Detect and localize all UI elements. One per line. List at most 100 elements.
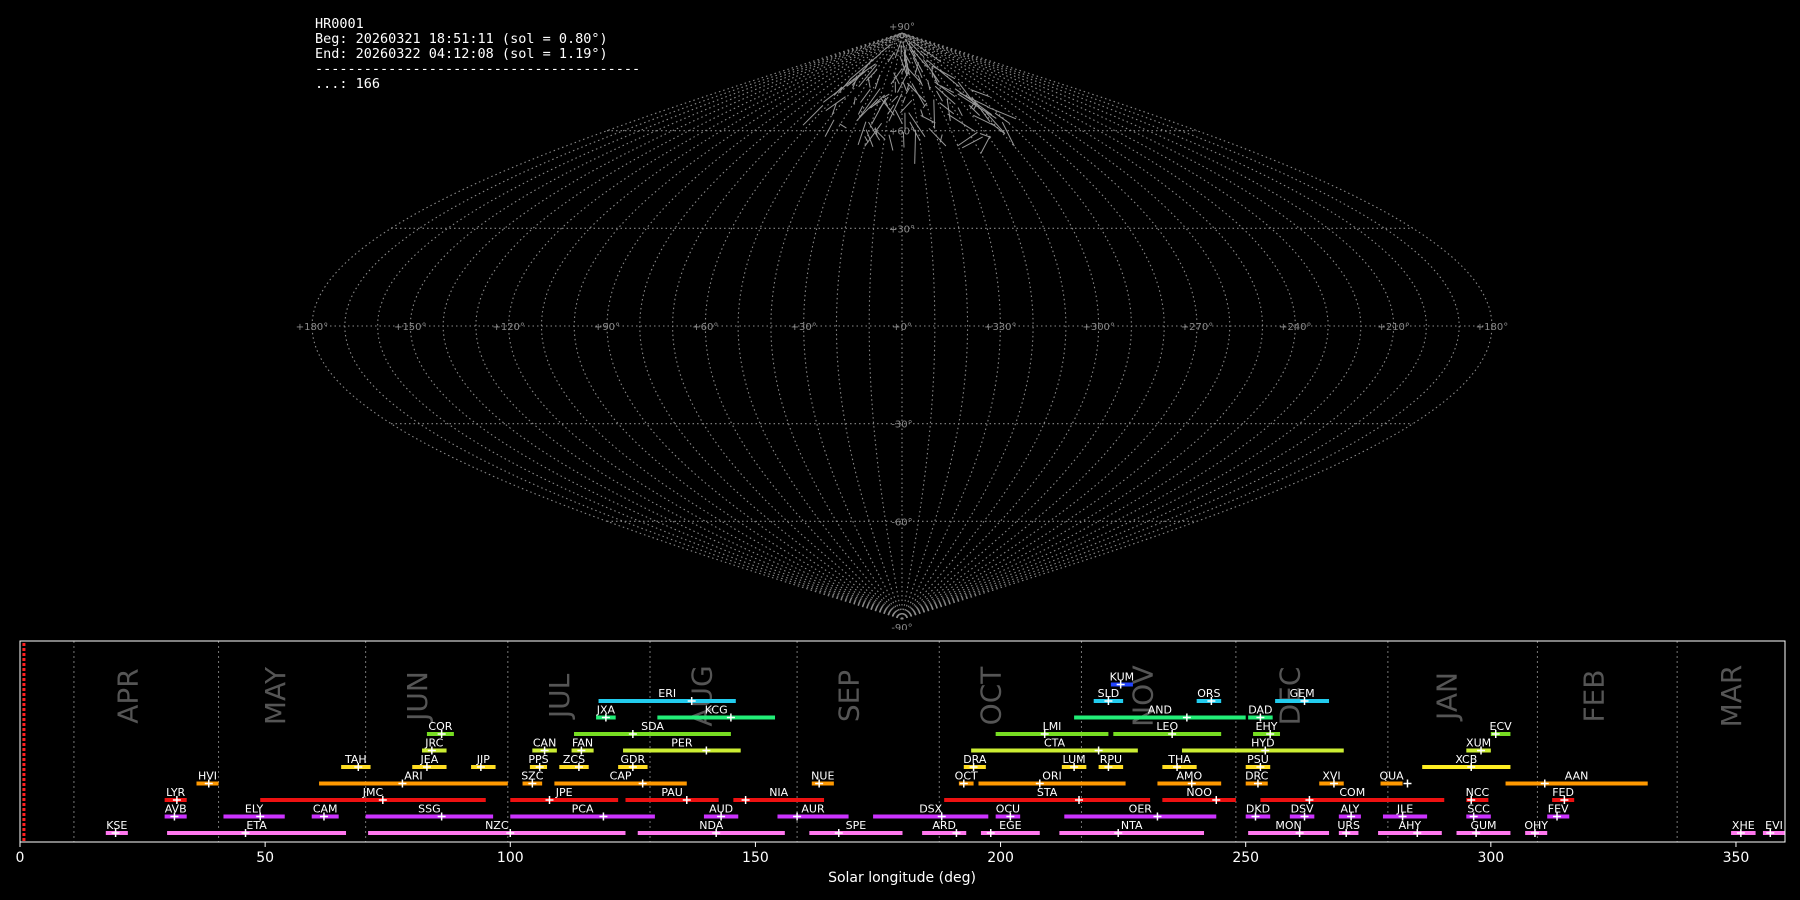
meteor-trail (922, 59, 940, 83)
shower-qua: QUA (1379, 770, 1412, 788)
shower-label: COM (1339, 786, 1365, 799)
shower-label: NDA (699, 819, 724, 832)
shower-label: CAN (533, 737, 556, 750)
meteor-trail (824, 119, 835, 137)
shower-label: AHY (1399, 819, 1422, 832)
meteor-trail (874, 74, 881, 90)
lon-tick-label: +120° (492, 322, 524, 333)
shower-fan: FAN (571, 737, 594, 755)
shower-label: JIP (476, 753, 490, 766)
shower-kum: KUM (1110, 671, 1134, 689)
shower-label: NZC (485, 819, 509, 832)
shower-label: PSU (1247, 753, 1269, 766)
shower-spe: SPE (809, 819, 903, 837)
shower-dra: DRA (963, 753, 987, 771)
meteor-trail (890, 68, 903, 85)
shower-label: SDA (641, 720, 664, 733)
shower-ard: ARD (922, 819, 967, 837)
lat-tick-label: +60° (889, 127, 915, 138)
meteor-trail (802, 105, 824, 126)
shower-label: PAU (661, 786, 683, 799)
x-tick-label: 150 (742, 850, 769, 866)
month-label: OCT (975, 666, 1008, 726)
shower-amo: AMO (1157, 770, 1222, 788)
shower-ors: ORS (1196, 687, 1222, 705)
shower-label: FEV (1548, 803, 1569, 816)
shower-eri: ERI (598, 687, 736, 705)
shower-nta: NTA (1059, 819, 1205, 837)
meteor-trail (902, 82, 908, 92)
meteor-trail (864, 136, 869, 143)
shower-ori: ORI (978, 770, 1126, 788)
shower-label: EGE (999, 819, 1021, 832)
shower-label: EVI (1765, 819, 1783, 832)
shower-ege: EGE (980, 819, 1040, 837)
shower-label: SSG (418, 803, 441, 816)
x-tick-label: 50 (256, 850, 274, 866)
shower-label: GUM (1470, 819, 1496, 832)
shower-label: ECV (1490, 720, 1513, 733)
meteor-trail (858, 64, 878, 88)
meteor-trail (860, 88, 871, 103)
shower-label: RPU (1100, 753, 1122, 766)
meteor-trail (961, 136, 983, 149)
shower-cta: CTA (971, 737, 1138, 755)
shower-label: PCA (572, 803, 594, 816)
shower-label: CAP (610, 770, 632, 783)
month-labels: APR MAY JUN JUL AUG SEP OCT NOV DEC JAN FEB MAR (112, 665, 1748, 728)
shower-and: AND (1074, 704, 1246, 722)
shower-evi: EVI (1762, 819, 1785, 837)
lon-tick-label: +90° (594, 322, 620, 333)
month-label: DEC (1274, 667, 1307, 726)
meteor-trail (957, 107, 963, 117)
shower-nue: NUE (811, 770, 834, 788)
shower-label: SLD (1098, 687, 1120, 700)
meteor-trail (987, 106, 1017, 120)
shower-label: FED (1552, 786, 1574, 799)
meteor-trail (902, 96, 906, 104)
shower-nzc: NZC (368, 819, 626, 837)
shower-label: DSX (919, 803, 942, 816)
shower-label: JEA (420, 753, 439, 766)
meteor-trail (908, 48, 924, 73)
shower-kse: KSE (105, 819, 128, 837)
shower-label: OCU (996, 803, 1020, 816)
shower-lmi: LMI (995, 720, 1109, 738)
shower-ncc: NCC (1466, 786, 1490, 804)
shower-label: FAN (572, 737, 593, 750)
x-tick-label: 0 (16, 850, 25, 866)
meteor-trail (865, 129, 874, 147)
lon-tick-label: +300° (1082, 322, 1114, 333)
meteor-trail (927, 79, 931, 91)
shower-ocu: OCU (995, 803, 1021, 821)
meteor-trail (891, 95, 899, 103)
shower-cap: CAP (554, 770, 687, 788)
shower-label: THA (1167, 753, 1191, 766)
shower-hyd: HYD (1181, 737, 1344, 755)
meteor-trail (933, 99, 936, 129)
shower-label: ZCS (563, 753, 585, 766)
shower-label: KCG (705, 704, 728, 717)
shower-bars: KSE ETA NZC NDA SPE ARD EGE NTA MON URS AHY GUM OHY X… (105, 671, 1785, 837)
shower-mon: MON (1248, 819, 1330, 837)
shower-rpu: RPU (1098, 753, 1124, 771)
shower-label: NCC (1466, 786, 1490, 799)
shower-cor: COR (426, 720, 454, 738)
lon-tick-label: +30° (791, 322, 817, 333)
shower-label: SZC (521, 770, 544, 783)
shower-label: CTA (1044, 737, 1066, 750)
meteor-trail (990, 122, 1006, 135)
meteor-trail (822, 76, 858, 103)
meridian-line (901, 32, 1198, 620)
month-label: AUG (685, 665, 718, 726)
shower-label: ORS (1197, 687, 1220, 700)
shower-kcg: KCG (657, 704, 776, 722)
x-tick-label: 250 (1232, 850, 1259, 866)
shower-ehy: EHY (1253, 720, 1281, 738)
shower-ely: ELY (223, 803, 285, 821)
shower-label: NUE (811, 770, 834, 783)
shower-fev: FEV (1547, 803, 1570, 821)
meteor-trail (947, 113, 976, 133)
lat-tick-label: +90° (889, 22, 915, 33)
shower-label: HVI (198, 770, 217, 783)
